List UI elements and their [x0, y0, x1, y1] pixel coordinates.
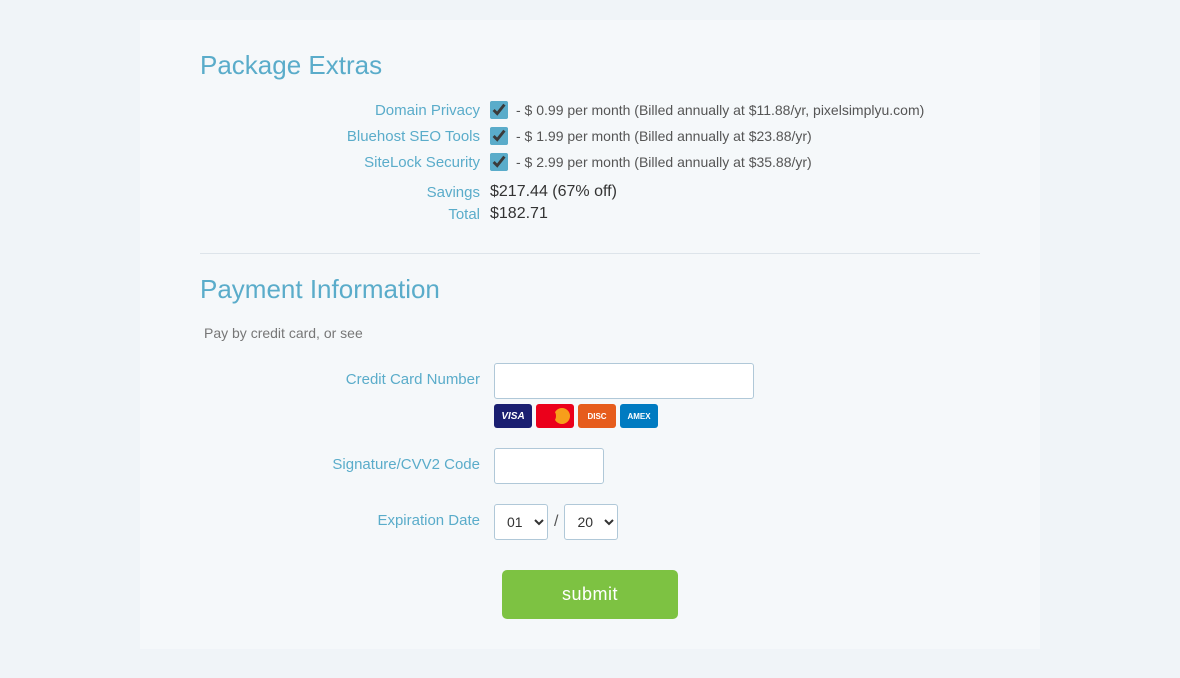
payment-section: Payment Information Pay by credit card, … — [200, 274, 980, 540]
package-extras-title: Package Extras — [200, 50, 980, 81]
page-container: Package Extras Domain Privacy - $ 0.99 p… — [140, 20, 1040, 649]
total-label: Total — [260, 206, 480, 223]
cc-input-wrapper: VISA DISC AMEX — [494, 363, 754, 428]
sitelock-label: SiteLock Security — [260, 154, 480, 171]
savings-row: Savings $217.44 (67% off) — [260, 183, 980, 201]
card-icons-container: VISA DISC AMEX — [494, 404, 754, 428]
savings-label: Savings — [260, 184, 480, 201]
submit-section: submit — [200, 570, 980, 619]
cc-number-label: Credit Card Number — [260, 363, 480, 388]
extras-table: Domain Privacy - $ 0.99 per month (Bille… — [260, 101, 980, 223]
total-row: Total $182.71 — [260, 205, 980, 223]
seo-tools-label: Bluehost SEO Tools — [260, 128, 480, 145]
visa-icon: VISA — [494, 404, 532, 428]
cvv-group: Signature/CVV2 Code — [260, 448, 980, 484]
domain-privacy-desc: - $ 0.99 per month (Billed annually at $… — [516, 102, 924, 118]
sitelock-row: SiteLock Security - $ 2.99 per month (Bi… — [260, 153, 980, 171]
total-value: $182.71 — [490, 205, 548, 223]
sitelock-desc: - $ 2.99 per month (Billed annually at $… — [516, 154, 812, 170]
mastercard-icon — [536, 404, 574, 428]
expiry-month-select[interactable]: 010203040506070809101112 — [494, 504, 548, 540]
expiry-year-select[interactable]: 2021222324252627282930 — [564, 504, 618, 540]
package-extras-section: Package Extras Domain Privacy - $ 0.99 p… — [200, 50, 980, 223]
section-divider — [200, 253, 980, 254]
cvv-input[interactable] — [494, 448, 604, 484]
expiry-separator: / — [554, 513, 558, 531]
domain-privacy-checkbox[interactable] — [490, 101, 508, 119]
domain-privacy-label: Domain Privacy — [260, 102, 480, 119]
expiry-group: Expiration Date 010203040506070809101112… — [260, 504, 980, 540]
savings-value: $217.44 (67% off) — [490, 183, 617, 201]
discover-icon: DISC — [578, 404, 616, 428]
domain-privacy-row: Domain Privacy - $ 0.99 per month (Bille… — [260, 101, 980, 119]
seo-tools-row: Bluehost SEO Tools - $ 1.99 per month (B… — [260, 127, 980, 145]
expiry-label: Expiration Date — [260, 504, 480, 529]
cc-number-input[interactable] — [494, 363, 754, 399]
payment-subtitle: Pay by credit card, or see — [204, 325, 980, 341]
cc-number-group: Credit Card Number VISA DISC AMEX — [260, 363, 980, 428]
submit-button[interactable]: submit — [502, 570, 678, 619]
payment-title: Payment Information — [200, 274, 980, 305]
sitelock-checkbox[interactable] — [490, 153, 508, 171]
cvv-label: Signature/CVV2 Code — [260, 448, 480, 473]
amex-icon: AMEX — [620, 404, 658, 428]
expiry-wrapper: 010203040506070809101112 / 2021222324252… — [494, 504, 618, 540]
seo-tools-checkbox[interactable] — [490, 127, 508, 145]
seo-tools-desc: - $ 1.99 per month (Billed annually at $… — [516, 128, 812, 144]
